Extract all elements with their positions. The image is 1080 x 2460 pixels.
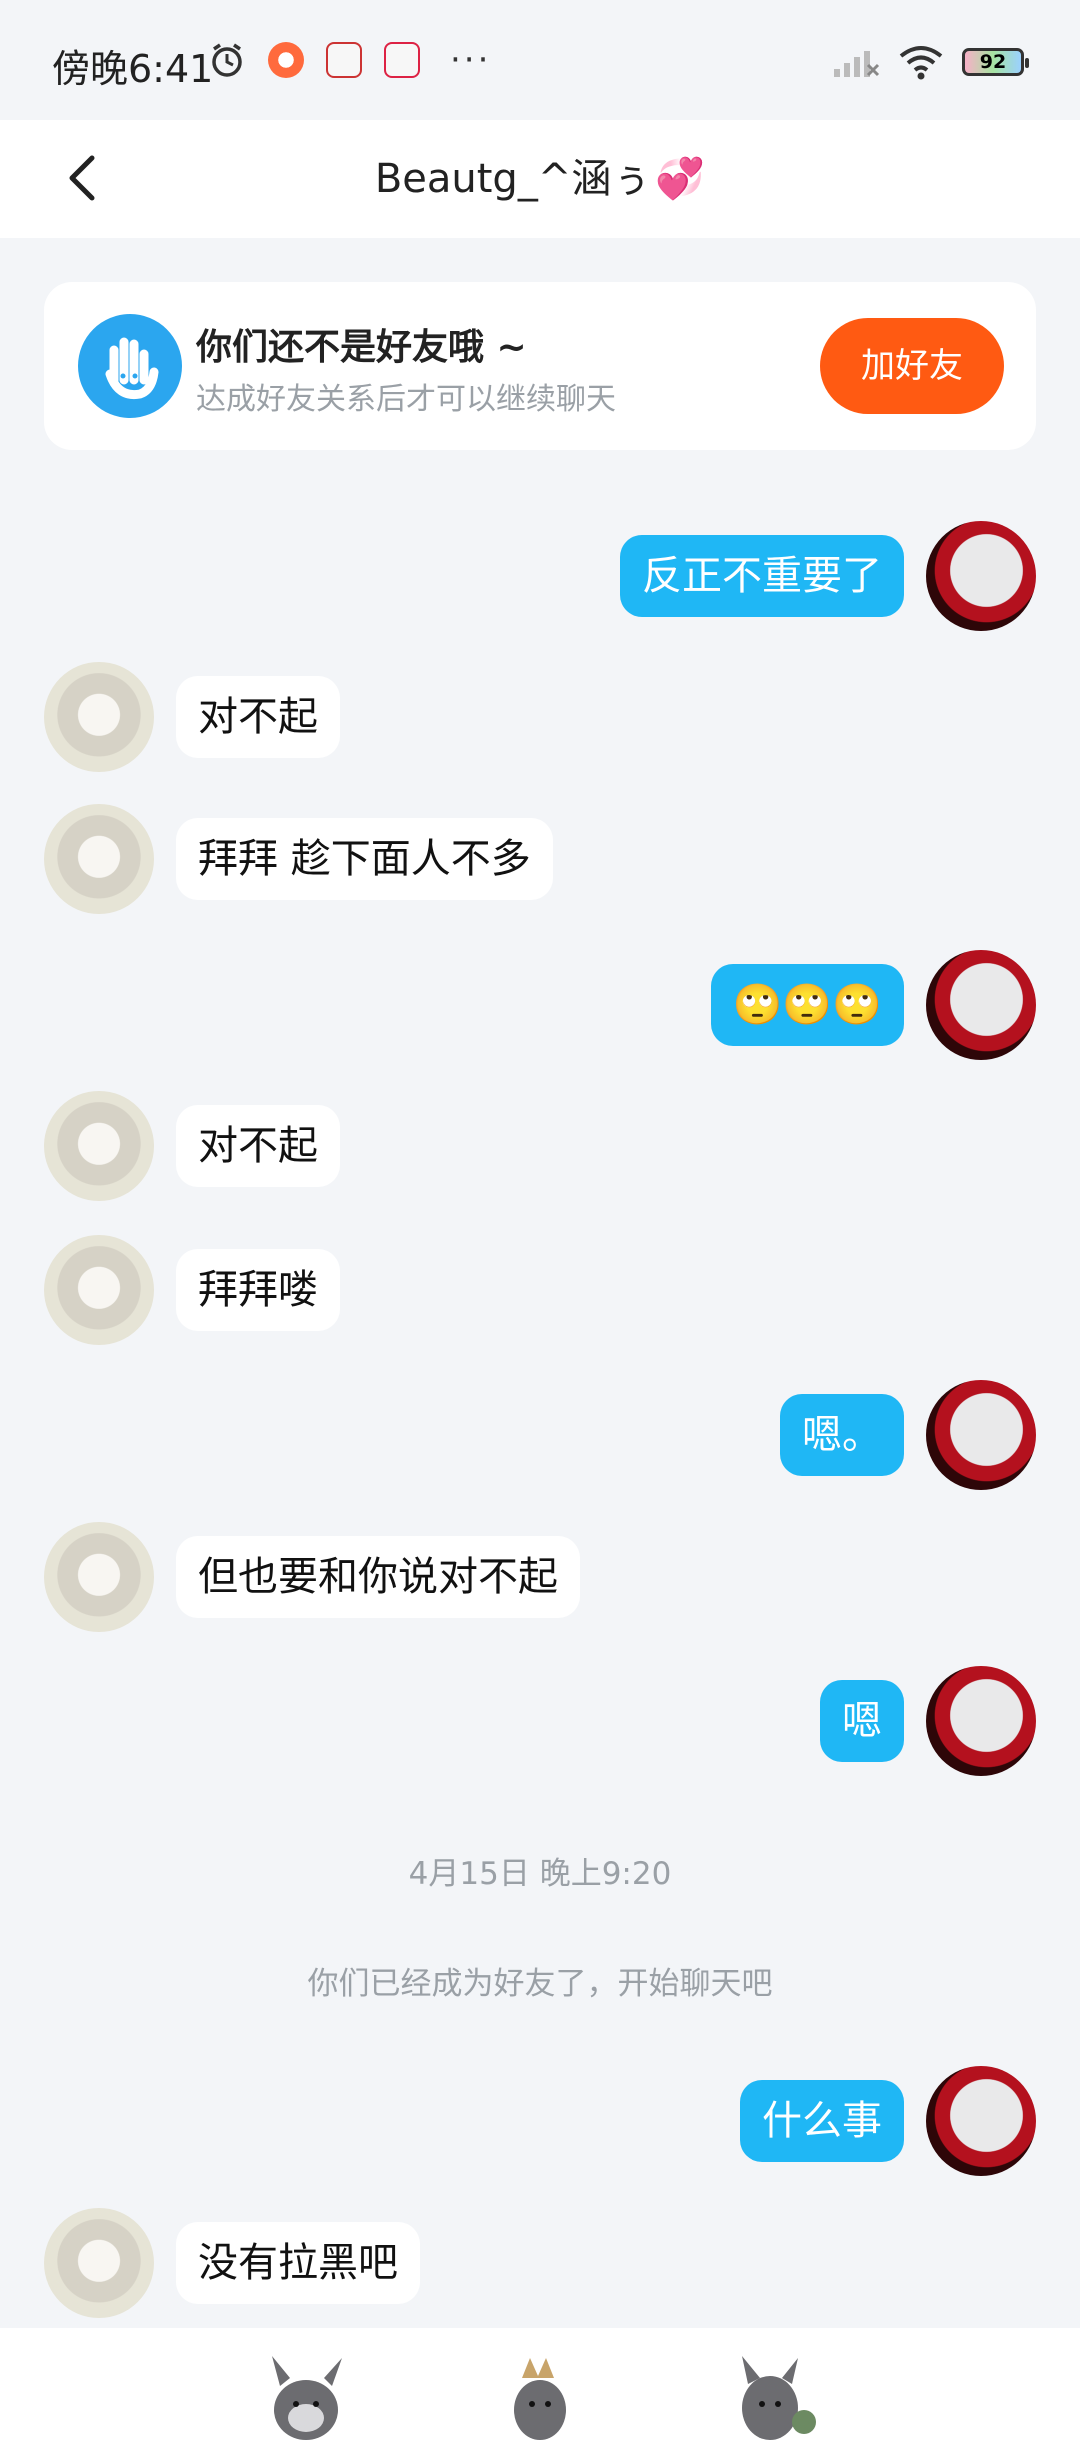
message-row: 什么事 (0, 2066, 1080, 2178)
message-bubble-sent[interactable]: 🙄🙄🙄 (710, 964, 904, 1046)
wifi-icon (899, 46, 943, 80)
my-avatar[interactable] (926, 2066, 1036, 2176)
banner-subtitle: 达成好友关系后才可以继续聊天 (196, 382, 616, 417)
message-bubble-received[interactable]: 但也要和你说对不起 (176, 1536, 580, 1618)
message-row: 对不起 (0, 1091, 1080, 1203)
chat-area[interactable]: 你们还不是好友哦 ~ 达成好友关系后才可以继续聊天 加好友 反正不重要了 对不起… (0, 238, 1080, 2328)
my-avatar[interactable] (926, 1666, 1036, 1776)
contact-avatar[interactable] (44, 1091, 154, 1201)
sticker-1-icon[interactable] (258, 2348, 354, 2444)
app-notification-icon-2 (326, 42, 362, 78)
message-row: 🙄🙄🙄 (0, 950, 1080, 1062)
contact-avatar[interactable] (44, 804, 154, 914)
status-bar: 傍晚6:41 ··· 92 (0, 0, 1080, 120)
message-row: 拜拜 趁下面人不多 (0, 804, 1080, 916)
status-right-icons: 92 (832, 44, 1029, 80)
message-row: 但也要和你说对不起 (0, 1522, 1080, 1634)
message-bubble-received[interactable]: 拜拜 趁下面人不多 (176, 818, 553, 900)
sticker-3-icon[interactable] (726, 2348, 822, 2444)
message-bubble-sent[interactable]: 反正不重要了 (620, 535, 904, 617)
status-time: 傍晚6:41 (52, 47, 214, 91)
message-row: 拜拜喽 (0, 1235, 1080, 1347)
add-friend-button[interactable]: 加好友 (820, 318, 1004, 414)
system-notice: 你们已经成为好友了，开始聊天吧 (307, 1966, 773, 2002)
banner-title: 你们还不是好友哦 ~ (196, 327, 527, 368)
message-bubble-received[interactable]: 对不起 (176, 676, 340, 758)
chat-title: Beautg_^涵ぅ 💞 (0, 146, 1080, 204)
friend-request-banner: 你们还不是好友哦 ~ 达成好友关系后才可以继续聊天 加好友 (44, 282, 1036, 450)
contact-avatar[interactable] (44, 1235, 154, 1345)
message-row: 嗯。 (0, 1380, 1080, 1492)
message-bubble-received[interactable]: 拜拜喽 (176, 1249, 340, 1331)
message-bubble-sent[interactable]: 嗯 (820, 1680, 904, 1762)
contact-name: Beautg_^涵ぅ (374, 156, 652, 202)
heart-emoji: 💞 (655, 156, 706, 202)
hand-wave-icon (78, 314, 182, 418)
sticker-bar (0, 2328, 1080, 2460)
message-row: 反正不重要了 (0, 521, 1080, 633)
contact-avatar[interactable] (44, 662, 154, 772)
contact-avatar[interactable] (44, 2208, 154, 2318)
app-notification-icon-1 (268, 42, 304, 78)
battery-indicator: 92 (962, 48, 1029, 76)
my-avatar[interactable] (926, 1380, 1036, 1490)
message-row: 对不起 (0, 662, 1080, 774)
notification-icons: ··· (208, 40, 491, 80)
message-row: 嗯 (0, 1666, 1080, 1778)
my-avatar[interactable] (926, 521, 1036, 631)
message-bubble-sent[interactable]: 嗯。 (780, 1394, 904, 1476)
app-notification-icon-3 (384, 42, 420, 78)
message-row: 没有拉黑吧 (0, 2208, 1080, 2320)
alarm-icon (212, 43, 242, 77)
chat-header: Beautg_^涵ぅ 💞 (0, 120, 1080, 238)
signal-icon (834, 51, 880, 77)
message-bubble-sent[interactable]: 什么事 (740, 2080, 904, 2162)
message-bubble-received[interactable]: 对不起 (176, 1105, 340, 1187)
message-bubble-received[interactable]: 没有拉黑吧 (176, 2222, 420, 2304)
contact-avatar[interactable] (44, 1522, 154, 1632)
more-notifications-icon: ··· (450, 40, 492, 80)
my-avatar[interactable] (926, 950, 1036, 1060)
sticker-2-icon[interactable] (492, 2348, 588, 2444)
message-timestamp: 4月15日 晚上9:20 (408, 1856, 672, 1892)
